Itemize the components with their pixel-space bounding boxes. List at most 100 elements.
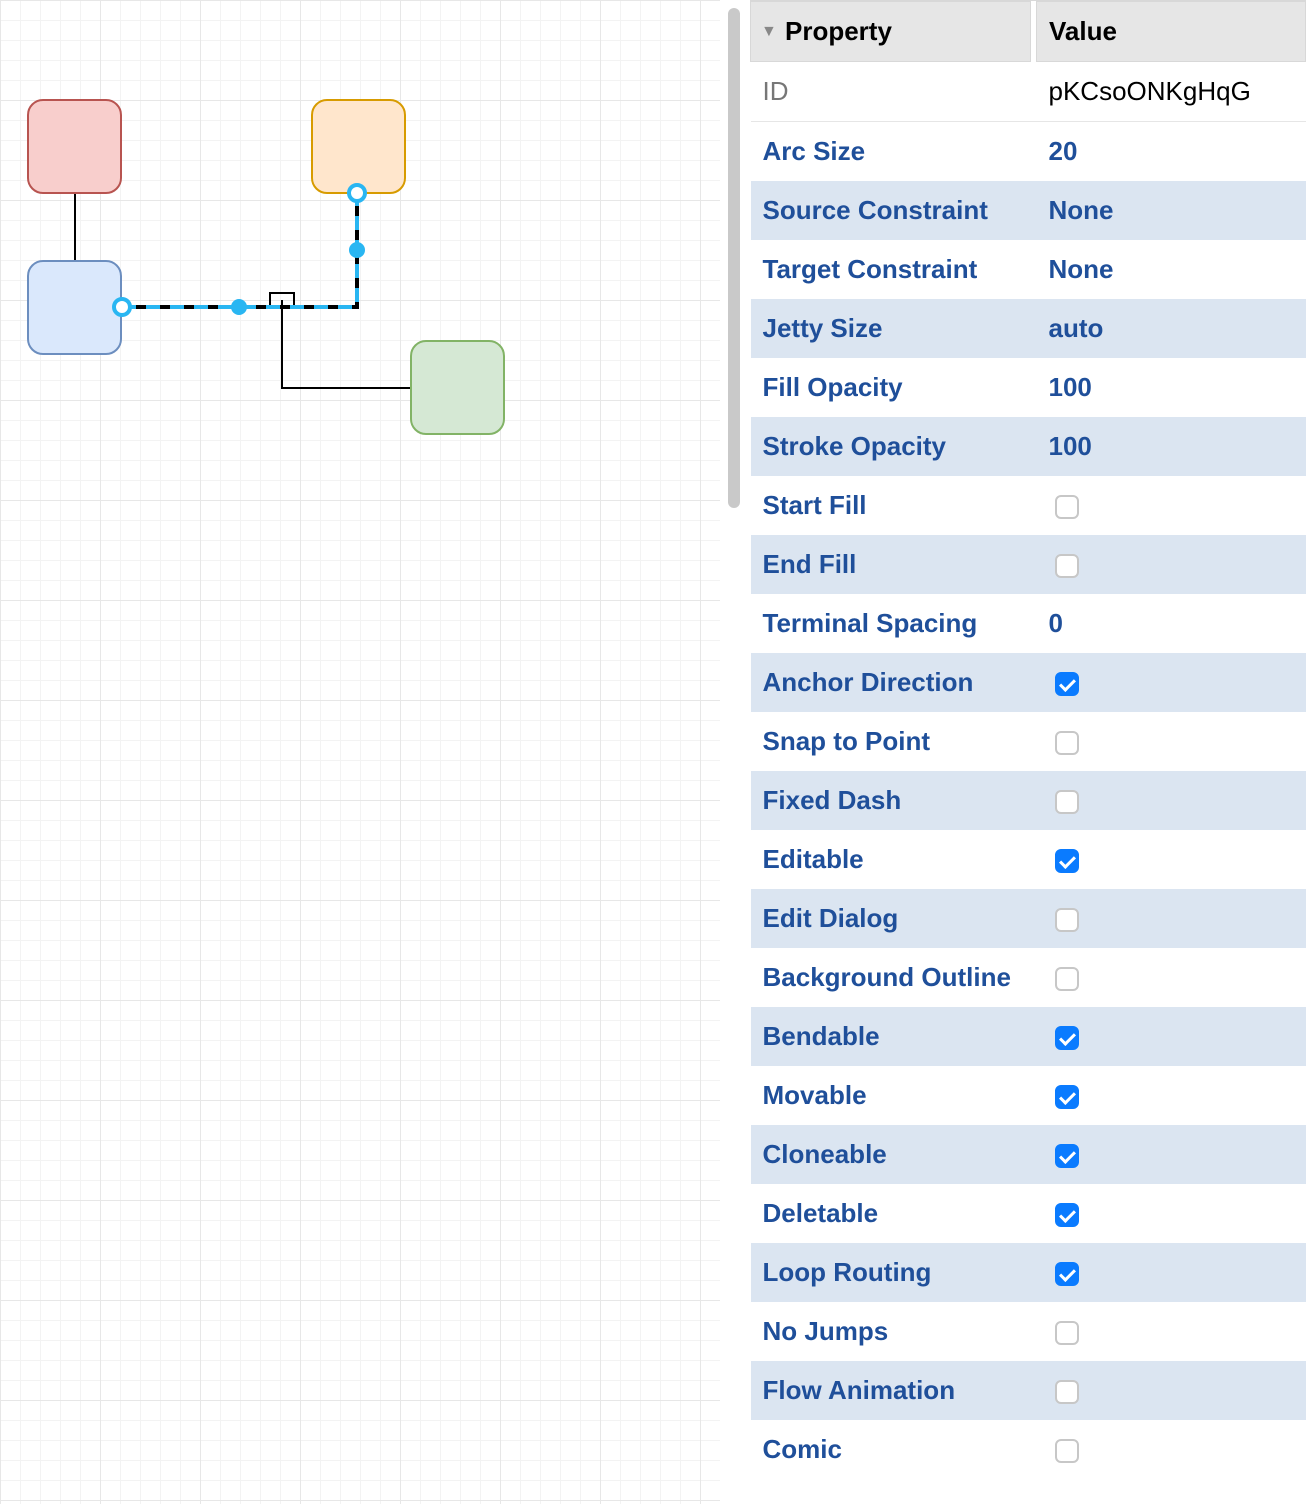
property-row: Flow Animation bbox=[751, 1361, 1306, 1420]
property-checkbox[interactable] bbox=[1055, 849, 1079, 873]
property-row: Background Outline bbox=[751, 948, 1306, 1007]
property-value[interactable]: 100 bbox=[1037, 417, 1306, 476]
property-name: Anchor Direction bbox=[751, 653, 1031, 712]
property-panel: ▼ Property Value IDArc Size20Source Cons… bbox=[750, 0, 1306, 1504]
property-value bbox=[1037, 889, 1306, 948]
property-value bbox=[1037, 712, 1306, 771]
property-name: Editable bbox=[751, 830, 1031, 889]
property-name: Target Constraint bbox=[751, 240, 1031, 299]
property-row: Movable bbox=[751, 1066, 1306, 1125]
property-row: Fill Opacity100 bbox=[751, 358, 1306, 417]
property-value bbox=[1037, 830, 1306, 889]
property-value bbox=[1037, 1184, 1306, 1243]
property-row: Fixed Dash bbox=[751, 771, 1306, 830]
panel-splitter[interactable] bbox=[720, 0, 750, 1504]
property-name: Snap to Point bbox=[751, 712, 1031, 771]
property-row: Stroke Opacity100 bbox=[751, 417, 1306, 476]
header-property[interactable]: ▼ Property bbox=[751, 2, 1031, 62]
property-name: Fixed Dash bbox=[751, 771, 1031, 830]
property-checkbox[interactable] bbox=[1055, 1380, 1079, 1404]
property-name: Background Outline bbox=[751, 948, 1031, 1007]
edge-endpoint-source[interactable] bbox=[112, 297, 132, 317]
property-value bbox=[1037, 1302, 1306, 1361]
header-value[interactable]: Value bbox=[1037, 2, 1306, 62]
property-checkbox[interactable] bbox=[1055, 1085, 1079, 1109]
property-name: Cloneable bbox=[751, 1125, 1031, 1184]
edge-waypoint[interactable] bbox=[231, 299, 247, 315]
property-name: Stroke Opacity bbox=[751, 417, 1031, 476]
property-row: Comic bbox=[751, 1420, 1306, 1479]
property-value[interactable]: 100 bbox=[1037, 358, 1306, 417]
property-checkbox[interactable] bbox=[1055, 672, 1079, 696]
property-checkbox[interactable] bbox=[1055, 1321, 1079, 1345]
property-row: Edit Dialog bbox=[751, 889, 1306, 948]
property-name: Jetty Size bbox=[751, 299, 1031, 358]
property-checkbox[interactable] bbox=[1055, 1439, 1079, 1463]
property-value[interactable]: 20 bbox=[1037, 122, 1306, 182]
sort-icon: ▼ bbox=[761, 23, 777, 41]
property-value[interactable]: 0 bbox=[1037, 594, 1306, 653]
property-value bbox=[1037, 476, 1306, 535]
property-row: Jetty Sizeauto bbox=[751, 299, 1306, 358]
property-row: Arc Size20 bbox=[751, 122, 1306, 182]
property-value bbox=[1037, 1066, 1306, 1125]
property-value bbox=[1037, 771, 1306, 830]
property-checkbox[interactable] bbox=[1055, 1203, 1079, 1227]
property-row: Cloneable bbox=[751, 1125, 1306, 1184]
property-name: Movable bbox=[751, 1066, 1031, 1125]
property-value bbox=[1037, 1125, 1306, 1184]
property-value bbox=[1037, 1007, 1306, 1066]
property-name: End Fill bbox=[751, 535, 1031, 594]
property-name: Fill Opacity bbox=[751, 358, 1031, 417]
property-name: Comic bbox=[751, 1420, 1031, 1479]
property-value bbox=[1037, 62, 1306, 122]
property-checkbox[interactable] bbox=[1055, 1026, 1079, 1050]
property-row: Target ConstraintNone bbox=[751, 240, 1306, 299]
property-row: ID bbox=[751, 62, 1306, 122]
property-name: Bendable bbox=[751, 1007, 1031, 1066]
property-checkbox[interactable] bbox=[1055, 495, 1079, 519]
property-row: Anchor Direction bbox=[751, 653, 1306, 712]
scrollbar-thumb[interactable] bbox=[728, 8, 740, 508]
property-name: Loop Routing bbox=[751, 1243, 1031, 1302]
property-checkbox[interactable] bbox=[1055, 554, 1079, 578]
property-name: ID bbox=[751, 62, 1031, 122]
property-row: Editable bbox=[751, 830, 1306, 889]
property-checkbox[interactable] bbox=[1055, 790, 1079, 814]
property-value[interactable]: auto bbox=[1037, 299, 1306, 358]
node-green[interactable] bbox=[410, 340, 505, 435]
property-checkbox[interactable] bbox=[1055, 731, 1079, 755]
property-value bbox=[1037, 535, 1306, 594]
edge-waypoint[interactable] bbox=[349, 242, 365, 258]
property-value bbox=[1037, 1243, 1306, 1302]
property-row: Deletable bbox=[751, 1184, 1306, 1243]
property-row: No Jumps bbox=[751, 1302, 1306, 1361]
property-row: Terminal Spacing0 bbox=[751, 594, 1306, 653]
property-row: Snap to Point bbox=[751, 712, 1306, 771]
diagram-canvas[interactable] bbox=[0, 0, 720, 1504]
node-blue[interactable] bbox=[27, 260, 122, 355]
property-name: Flow Animation bbox=[751, 1361, 1031, 1420]
edge-endpoint-target[interactable] bbox=[347, 183, 367, 203]
property-value bbox=[1037, 653, 1306, 712]
node-red[interactable] bbox=[27, 99, 122, 194]
property-row: End Fill bbox=[751, 535, 1306, 594]
property-checkbox[interactable] bbox=[1055, 908, 1079, 932]
property-checkbox[interactable] bbox=[1055, 1144, 1079, 1168]
property-row: Loop Routing bbox=[751, 1243, 1306, 1302]
property-row: Source ConstraintNone bbox=[751, 181, 1306, 240]
property-row: Bendable bbox=[751, 1007, 1306, 1066]
property-name: Source Constraint bbox=[751, 181, 1031, 240]
property-checkbox[interactable] bbox=[1055, 967, 1079, 991]
property-name: Terminal Spacing bbox=[751, 594, 1031, 653]
header-property-label: Property bbox=[785, 16, 892, 46]
property-checkbox[interactable] bbox=[1055, 1262, 1079, 1286]
header-value-label: Value bbox=[1049, 16, 1117, 46]
node-orange[interactable] bbox=[311, 99, 406, 194]
id-input[interactable] bbox=[1049, 76, 1294, 107]
property-value bbox=[1037, 1420, 1306, 1479]
property-value bbox=[1037, 948, 1306, 1007]
property-value[interactable]: None bbox=[1037, 240, 1306, 299]
property-value[interactable]: None bbox=[1037, 181, 1306, 240]
property-name: No Jumps bbox=[751, 1302, 1031, 1361]
